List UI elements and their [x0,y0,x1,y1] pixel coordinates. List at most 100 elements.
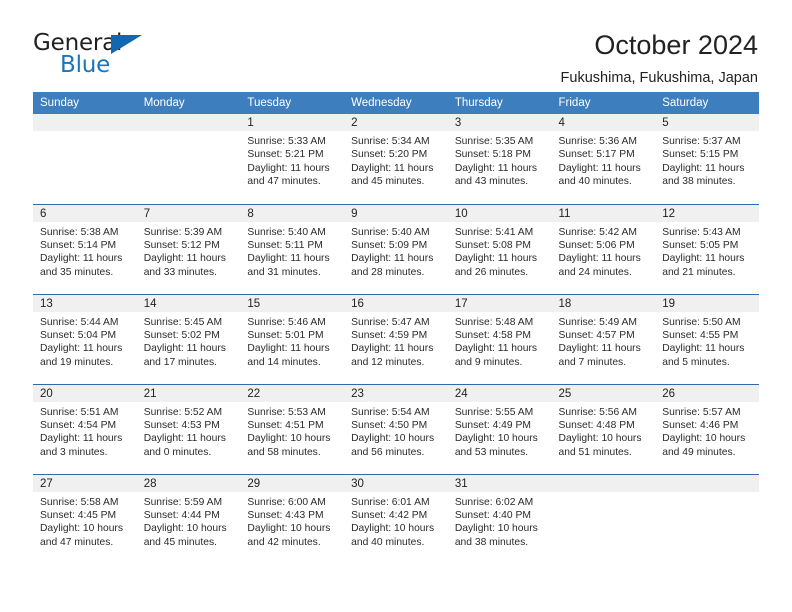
calendar-day-cell[interactable]: 16 Sunrise: 5:47 AM Sunset: 4:59 PM Dayligh… [344,293,448,384]
day-details: Sunrise: 5:37 AM Sunset: 5:15 PM Daylight:… [655,131,759,189]
calendar-day-cell[interactable]: 19 Sunrise: 5:50 AM Sunset: 4:55 PM Dayligh… [655,293,759,384]
calendar-day-cell[interactable]: 26 Sunrise: 5:57 AM Sunset: 4:46 PM Dayligh… [655,383,759,474]
daylight-text-line2: and 12 minutes. [351,356,425,368]
daylight-text-line1: Daylight: 11 hours [351,253,434,265]
calendar-day-cell[interactable]: 28 Sunrise: 5:59 AM Sunset: 4:44 PM Dayligh… [136,473,241,564]
day-details: Sunrise: 5:54 AM Sunset: 4:50 PM Daylight:… [344,402,448,460]
day-details: Sunrise: 5:44 AM Sunset: 5:04 PM Daylight:… [33,312,137,370]
general-blue-logo[interactable]: General Blue [33,28,148,80]
sunrise-text: Sunrise: 5:59 AM [143,496,223,508]
daylight-text-line1: Daylight: 11 hours [351,343,434,355]
daylight-text-line2: and 9 minutes. [454,356,523,368]
calendar-header-row: Sunday Monday Tuesday Wednesday Thursday Frid… [33,92,759,114]
weekday-header-sunday: Sunday [33,92,137,114]
daylight-text-line2: and 28 minutes. [351,266,425,278]
day-number: 15 [240,294,345,312]
day-details: Sunrise: 5:33 AM Sunset: 5:21 PM Daylight:… [240,131,344,189]
calendar-day-cell[interactable]: 24 Sunrise: 5:55 AM Sunset: 4:49 PM Dayligh… [447,383,552,474]
calendar-day-cell[interactable]: 13 Sunrise: 5:44 AM Sunset: 5:04 PM Dayligh… [33,293,137,384]
daylight-text-line2: and 56 minutes. [351,446,425,458]
calendar-day-cell[interactable]: 10 Sunrise: 5:41 AM Sunset: 5:08 PM Dayligh… [447,203,552,294]
calendar-day-cell[interactable]: 4 Sunrise: 5:36 AM Sunset: 5:17 PM Daylight… [551,114,656,204]
day-details: Sunrise: 5:41 AM Sunset: 5:08 PM Daylight:… [448,222,552,280]
day-details: Sunrise: 5:50 AM Sunset: 4:55 PM Daylight:… [655,312,759,370]
calendar-day-cell[interactable]: 20 Sunrise: 5:51 AM Sunset: 4:54 PM Dayligh… [33,383,137,474]
day-number: 17 [447,294,552,312]
calendar-day-cell[interactable]: 8 Sunrise: 5:40 AM Sunset: 5:11 PM Daylight… [240,203,345,294]
sunset-text: Sunset: 4:44 PM [143,509,220,521]
calendar-day-cell[interactable]: 12 Sunrise: 5:43 AM Sunset: 5:05 PM Dayligh… [655,203,759,294]
calendar-day-cell[interactable]: 6 Sunrise: 5:38 AM Sunset: 5:14 PM Daylight… [33,203,137,294]
daylight-text-line1: Daylight: 11 hours [558,162,641,174]
daylight-text-line2: and 45 minutes. [143,536,217,548]
sunset-text: Sunset: 5:11 PM [247,239,323,251]
day-details: Sunrise: 5:51 AM Sunset: 4:54 PM Daylight:… [33,402,137,460]
day-details: Sunrise: 5:53 AM Sunset: 4:51 PM Daylight:… [240,402,344,460]
daylight-text-line1: Daylight: 11 hours [247,253,330,265]
sunrise-text: Sunrise: 5:42 AM [558,226,637,238]
day-number: 30 [344,474,448,492]
calendar-day-cell[interactable]: 3 Sunrise: 5:35 AM Sunset: 5:18 PM Daylight… [447,114,552,204]
day-details: Sunrise: 6:01 AM Sunset: 4:42 PM Daylight:… [344,492,448,550]
sunset-text: Sunset: 4:57 PM [558,329,635,341]
daylight-text-line2: and 38 minutes. [662,176,736,188]
sunrise-text: Sunrise: 5:41 AM [454,226,534,238]
calendar-day-cell[interactable]: 17 Sunrise: 5:48 AM Sunset: 4:58 PM Dayligh… [447,293,552,384]
calendar-day-cell[interactable]: 1 Sunrise: 5:33 AM Sunset: 5:21 PM Daylight… [240,114,345,204]
daylight-text-line1: Daylight: 11 hours [247,162,330,174]
sunrise-text: Sunrise: 6:02 AM [454,496,534,508]
sunrise-text: Sunrise: 5:34 AM [351,136,430,147]
sunset-text: Sunset: 5:20 PM [351,149,428,161]
calendar-day-cell[interactable]: 29 Sunrise: 6:00 AM Sunset: 4:43 PM Dayligh… [240,473,345,564]
calendar-day-cell[interactable]: 31 Sunrise: 6:02 AM Sunset: 4:40 PM Dayligh… [447,473,552,564]
calendar-day-cell[interactable]: 2 Sunrise: 5:34 AM Sunset: 5:20 PM Daylight… [344,114,448,204]
daylight-text-line1: Daylight: 11 hours [351,162,434,174]
day-number: 4 [551,114,656,131]
calendar-day-cell[interactable]: 14 Sunrise: 5:45 AM Sunset: 5:02 PM Dayligh… [136,293,241,384]
day-details: Sunrise: 5:36 AM Sunset: 5:17 PM Daylight:… [552,131,656,189]
day-details: Sunrise: 5:42 AM Sunset: 5:06 PM Daylight:… [552,222,656,280]
calendar-day-cell[interactable]: 30 Sunrise: 6:01 AM Sunset: 4:42 PM Dayligh… [344,473,448,564]
daylight-text-line1: Daylight: 11 hours [454,343,538,355]
sunset-text: Sunset: 5:17 PM [558,149,635,161]
day-number: 12 [655,204,759,222]
calendar-day-cell[interactable]: 18 Sunrise: 5:49 AM Sunset: 4:57 PM Dayligh… [551,293,656,384]
calendar-page: General Blue October 2024 Fukushima, Fuk… [0,0,792,612]
weekday-header-monday: Monday [136,92,241,114]
daylight-text-line2: and 45 minutes. [351,176,425,188]
daylight-text-line1: Daylight: 11 hours [558,343,641,355]
calendar-day-cell[interactable]: 5 Sunrise: 5:37 AM Sunset: 5:15 PM Daylight… [655,114,759,204]
calendar-day-cell[interactable]: 23 Sunrise: 5:54 AM Sunset: 4:50 PM Dayligh… [344,383,448,474]
day-details: Sunrise: 5:55 AM Sunset: 4:49 PM Daylight:… [448,402,552,460]
sunrise-text: Sunrise: 5:50 AM [662,316,741,328]
day-details: Sunrise: 5:52 AM Sunset: 4:53 PM Daylight:… [137,402,241,460]
sunrise-text: Sunrise: 5:58 AM [40,496,119,508]
daylight-text-line2: and 51 minutes. [558,446,632,458]
calendar-body: 1 Sunrise: 5:33 AM Sunset: 5:21 PM Daylight… [33,114,759,564]
calendar-table: Sunday Monday Tuesday Wednesday Thursday Frid… [33,92,759,564]
day-details: Sunrise: 5:56 AM Sunset: 4:48 PM Daylight:… [552,402,656,460]
calendar-day-cell[interactable]: 15 Sunrise: 5:46 AM Sunset: 5:01 PM Dayligh… [240,293,345,384]
day-number: 14 [136,294,241,312]
calendar-day-cell[interactable]: 27 Sunrise: 5:58 AM Sunset: 4:45 PM Dayligh… [33,473,137,564]
daylight-text-line1: Daylight: 10 hours [247,433,331,445]
day-details: Sunrise: 5:45 AM Sunset: 5:02 PM Daylight:… [137,312,241,370]
day-number: 28 [136,474,241,492]
day-details: Sunrise: 5:38 AM Sunset: 5:14 PM Daylight:… [33,222,137,280]
daylight-text-line1: Daylight: 11 hours [558,253,641,265]
sunrise-text: Sunrise: 5:46 AM [247,316,326,328]
calendar-day-cell[interactable]: 9 Sunrise: 5:40 AM Sunset: 5:09 PM Daylight… [344,203,448,294]
calendar-day-cell-empty [33,114,137,204]
calendar-day-cell[interactable]: 22 Sunrise: 5:53 AM Sunset: 4:51 PM Dayligh… [240,383,345,474]
day-details: Sunrise: 5:49 AM Sunset: 4:57 PM Daylight:… [552,312,656,370]
calendar-day-cell[interactable]: 25 Sunrise: 5:56 AM Sunset: 4:48 PM Dayligh… [551,383,656,474]
calendar-day-cell-empty [136,114,241,204]
calendar-day-cell[interactable]: 7 Sunrise: 5:39 AM Sunset: 5:12 PM Daylight… [136,203,241,294]
day-number: 8 [240,204,345,222]
calendar-week-row: 13 Sunrise: 5:44 AM Sunset: 5:04 PM Dayligh… [33,293,759,384]
calendar-day-cell[interactable]: 21 Sunrise: 5:52 AM Sunset: 4:53 PM Dayligh… [136,383,241,474]
day-details: Sunrise: 6:00 AM Sunset: 4:43 PM Daylight:… [240,492,344,550]
calendar-day-cell[interactable]: 11 Sunrise: 5:42 AM Sunset: 5:06 PM Dayligh… [551,203,656,294]
daylight-text-line2: and 42 minutes. [247,536,321,548]
sunset-text: Sunset: 5:05 PM [662,239,739,251]
